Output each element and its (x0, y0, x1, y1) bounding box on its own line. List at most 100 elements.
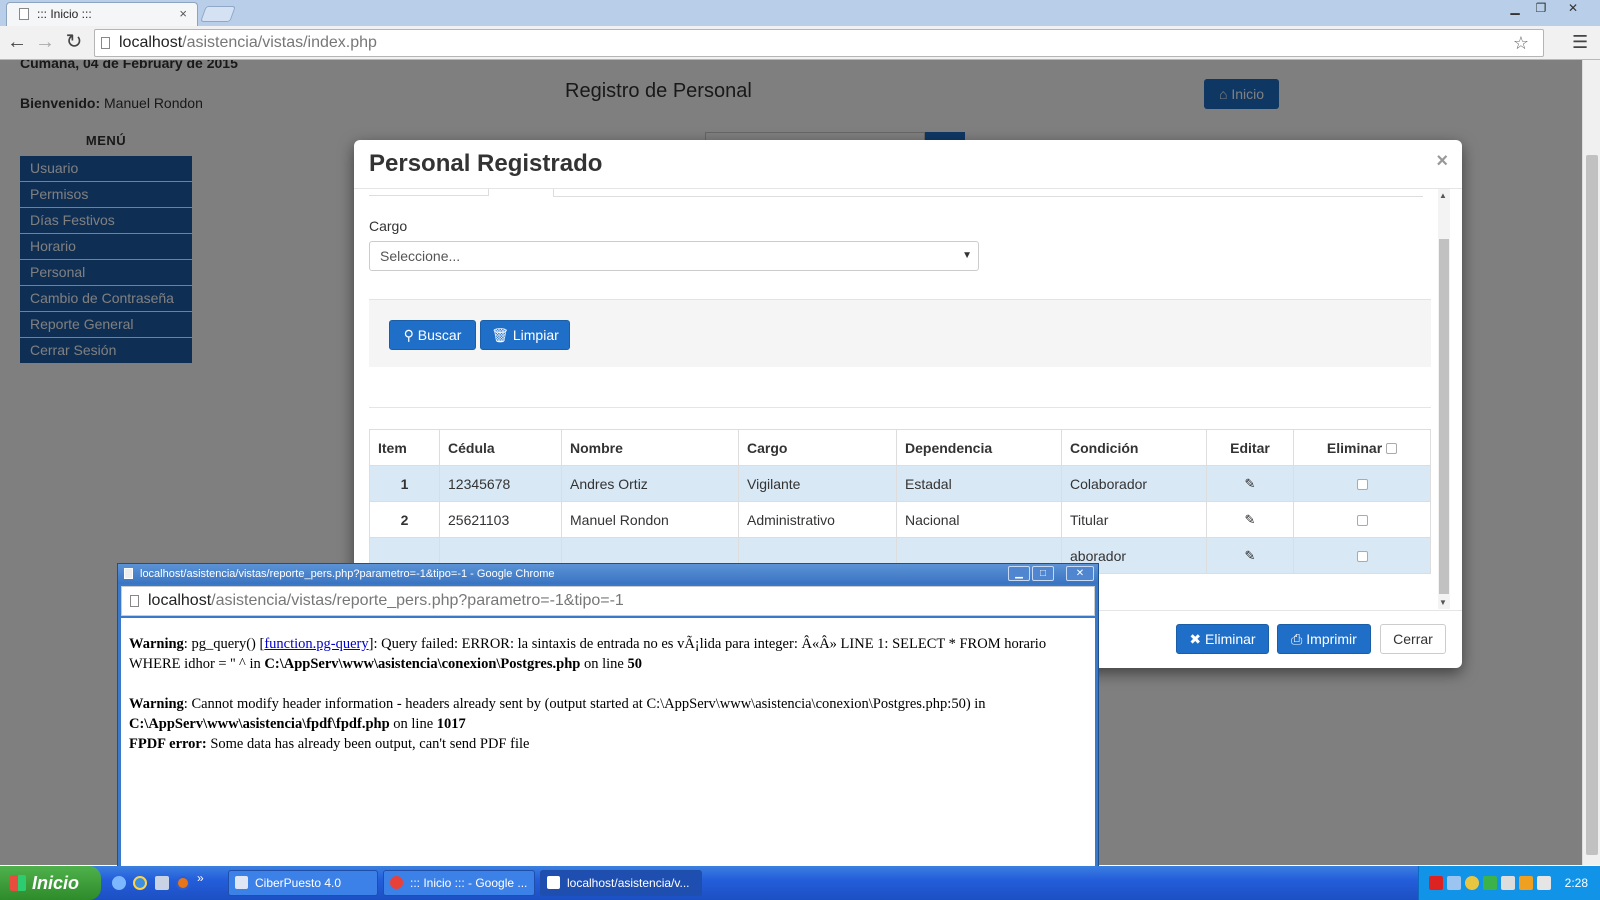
back-icon[interactable]: ← (5, 31, 29, 55)
task-chrome-reporte[interactable]: localhost/asistencia/v... (540, 870, 702, 896)
limpiar-button-label: Limpiar (512, 327, 559, 343)
scroll-up-icon[interactable]: ▲ (1439, 191, 1447, 200)
personal-table: Item Cédula Nombre Cargo Dependencia Con… (369, 429, 1431, 574)
imprimir-button-label: Imprimir (1306, 631, 1357, 647)
page-icon (547, 876, 560, 889)
popup-address-bar[interactable]: localhost/asistencia/vistas/reporte_pers… (121, 586, 1095, 616)
page-icon (124, 568, 133, 579)
buscar-button[interactable]: ⚲ Buscar (389, 320, 476, 350)
gear-icon (235, 876, 248, 889)
chrome-menu-icon[interactable]: ☰ (1572, 32, 1590, 53)
tab-edge (369, 189, 489, 196)
cell-item: 1 (369, 465, 440, 502)
cell-cedula: 25621103 (439, 501, 562, 538)
imprimir-button[interactable]: ⎙ Imprimir (1277, 624, 1371, 654)
browser-tab-title: ::: Inicio ::: (37, 7, 92, 21)
cell-editar: ✎ (1206, 537, 1294, 574)
task-label: ::: Inicio ::: - Google ... (410, 876, 528, 890)
col-header-cedula[interactable]: Cédula (439, 429, 562, 466)
chevron-down-icon: ▼ (962, 250, 972, 261)
cell-cedula: 12345678 (439, 465, 562, 502)
show-desktop-icon[interactable] (112, 876, 126, 890)
report-popup-window: localhost/asistencia/vistas/reporte_pers… (117, 563, 1099, 867)
popup-minimize-button[interactable]: ▁ (1008, 566, 1030, 581)
scroll-down-icon[interactable]: ▼ (1439, 598, 1447, 607)
page-icon (130, 595, 139, 607)
col-header-item[interactable]: Item (369, 429, 440, 466)
firefox-icon[interactable] (176, 876, 190, 890)
table-header-row: Item Cédula Nombre Cargo Dependencia Con… (369, 429, 1431, 466)
edit-icon[interactable]: ✎ (1245, 512, 1256, 527)
warning-line: 50 (627, 656, 642, 672)
update-icon[interactable] (1483, 876, 1497, 890)
cell-item: 2 (369, 501, 440, 538)
quicklaunch-expand-icon[interactable]: » (197, 871, 204, 885)
page-scrollbar-thumb[interactable] (1586, 155, 1598, 855)
browser-tab[interactable]: ::: Inicio ::: × (6, 2, 198, 26)
address-bar[interactable]: localhost/asistencia/vistas/index.php ☆ (94, 29, 1544, 57)
page-favicon-icon (19, 8, 29, 20)
col-header-editar[interactable]: Editar (1206, 429, 1294, 466)
task-chrome-inicio[interactable]: ::: Inicio ::: - Google ... (383, 870, 535, 896)
network-icon[interactable] (1447, 876, 1461, 890)
window-minimize-button[interactable]: ▁ (1502, 1, 1528, 17)
row-delete-checkbox[interactable] (1356, 515, 1368, 527)
adobe-icon[interactable] (1429, 876, 1443, 890)
cargo-select-value: Seleccione... (380, 248, 461, 264)
warning-text: : pg_query() [ (183, 636, 265, 652)
tab-close-icon[interactable]: × (179, 3, 187, 25)
popup-maximize-button[interactable]: □ (1032, 566, 1054, 581)
cell-dependencia: Estadal (896, 465, 1062, 502)
url-path: /asistencia/vistas/index.php (182, 34, 377, 51)
popup-titlebar[interactable]: localhost/asistencia/vistas/reporte_pers… (118, 564, 1098, 584)
modal-scrollbar-thumb[interactable] (1439, 239, 1449, 594)
select-all-checkbox[interactable] (1386, 443, 1398, 455)
eliminar-button[interactable]: ✖ Eliminar (1176, 624, 1269, 654)
modal-close-icon[interactable]: × (1436, 150, 1448, 173)
task-ciberpuesto[interactable]: CiberPuesto 4.0 (228, 870, 378, 896)
security-icon[interactable] (1465, 876, 1479, 890)
col-header-dependencia[interactable]: Dependencia (896, 429, 1062, 466)
col-header-condicion[interactable]: Condición (1061, 429, 1207, 466)
window-close-button[interactable]: ✕ (1560, 1, 1586, 17)
shield-icon[interactable] (155, 876, 169, 890)
cerrar-button[interactable]: Cerrar (1380, 624, 1446, 654)
edit-icon[interactable]: ✎ (1245, 548, 1256, 563)
modal-body: Cargo Seleccione... ▼ ⚲ Buscar 🗑 Limpiar… (354, 189, 1462, 609)
volume-icon[interactable] (1519, 876, 1533, 890)
display-icon[interactable] (1501, 876, 1515, 890)
edit-icon[interactable]: ✎ (1245, 476, 1256, 491)
browser-tabstrip: ::: Inicio ::: × ▁ ❐ ✕ (0, 0, 1600, 26)
modal-scrollbar[interactable]: ▲ ▼ (1438, 189, 1450, 609)
page-scrollbar[interactable] (1582, 60, 1600, 865)
row-delete-checkbox[interactable] (1356, 479, 1368, 491)
warning-label: Warning (129, 636, 184, 652)
system-tray: 2:28 (1418, 866, 1600, 900)
forward-icon[interactable]: → (33, 31, 57, 55)
popup-title: localhost/asistencia/vistas/reporte_pers… (140, 568, 555, 580)
buscar-button-label: Buscar (417, 327, 462, 343)
col-header-cargo[interactable]: Cargo (738, 429, 897, 466)
notification-icon[interactable] (1537, 876, 1551, 890)
cell-condicion: Colaborador (1061, 465, 1207, 502)
warning-message-2: Warning: Cannot modify header informatio… (129, 694, 1087, 734)
warning-file: C:\AppServ\www\asistencia\fpdf\fpdf.php (129, 716, 390, 732)
internet-explorer-icon[interactable] (133, 876, 147, 890)
cell-dependencia: Nacional (896, 501, 1062, 538)
bookmark-star-icon[interactable]: ☆ (1513, 30, 1529, 56)
cargo-select[interactable]: Seleccione... ▼ (369, 241, 979, 271)
start-button[interactable]: Inicio (0, 866, 101, 900)
cell-eliminar (1293, 501, 1431, 538)
modal-title: Personal Registrado (369, 150, 603, 177)
trash-icon: 🗑 (491, 327, 513, 343)
row-delete-checkbox[interactable] (1356, 551, 1368, 563)
col-header-nombre[interactable]: Nombre (561, 429, 739, 466)
window-restore-button[interactable]: ❐ (1528, 1, 1554, 17)
function-pg-query-link[interactable]: function.pg-query (264, 636, 368, 652)
limpiar-button[interactable]: 🗑 Limpiar (480, 320, 570, 350)
reload-icon[interactable]: ↻ (62, 31, 86, 55)
popup-close-button[interactable]: ✕ (1066, 566, 1094, 581)
new-tab-button[interactable] (200, 6, 236, 22)
table-row: 1 12345678 Andres Ortiz Vigilante Estada… (369, 465, 1431, 502)
eliminar-button-label: Eliminar (1205, 631, 1256, 647)
